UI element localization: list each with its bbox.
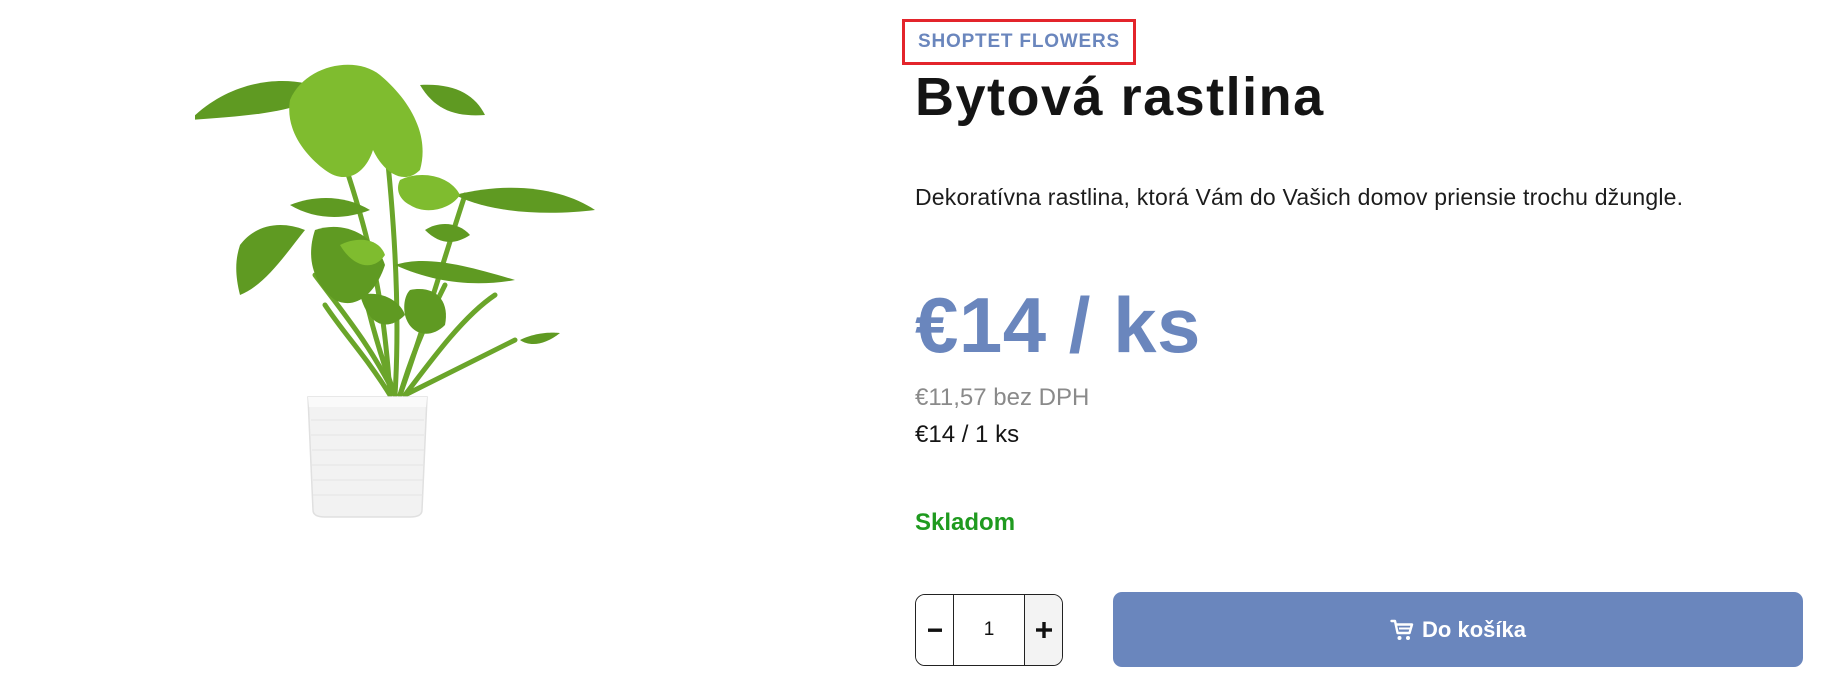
cart-icon [1390, 619, 1414, 640]
add-to-cart-label: Do košíka [1422, 616, 1526, 642]
price-main: €14 / ks [915, 281, 1201, 369]
quantity-input[interactable] [954, 595, 1024, 665]
price-without-vat: €11,57 bez DPH [915, 384, 1090, 411]
add-to-cart-button[interactable]: Do košíka [1113, 592, 1803, 667]
brand-link[interactable]: SHOPTET FLOWERS [902, 19, 1136, 65]
product-image [195, 55, 705, 615]
product-info: SHOPTET FLOWERS Bytová rastlina Dekoratí… [902, 0, 1815, 680]
monstera-plant-image [195, 64, 595, 518]
price-per-unit: €14 / 1 ks [915, 421, 1020, 448]
product-description: Dekoratívna rastlina, ktorá Vám do Vašic… [915, 184, 1684, 210]
quantity-increase-button[interactable] [1024, 595, 1062, 665]
product-title: Bytová rastlina [915, 67, 1325, 127]
product-detail-page: SHOPTET FLOWERS Bytová rastlina Dekoratí… [0, 0, 1822, 680]
quantity-stepper [915, 594, 1063, 666]
stock-status: Skladom [915, 509, 1016, 536]
quantity-decrease-button[interactable] [916, 595, 954, 665]
plus-icon [1035, 622, 1052, 638]
minus-icon [927, 628, 942, 632]
